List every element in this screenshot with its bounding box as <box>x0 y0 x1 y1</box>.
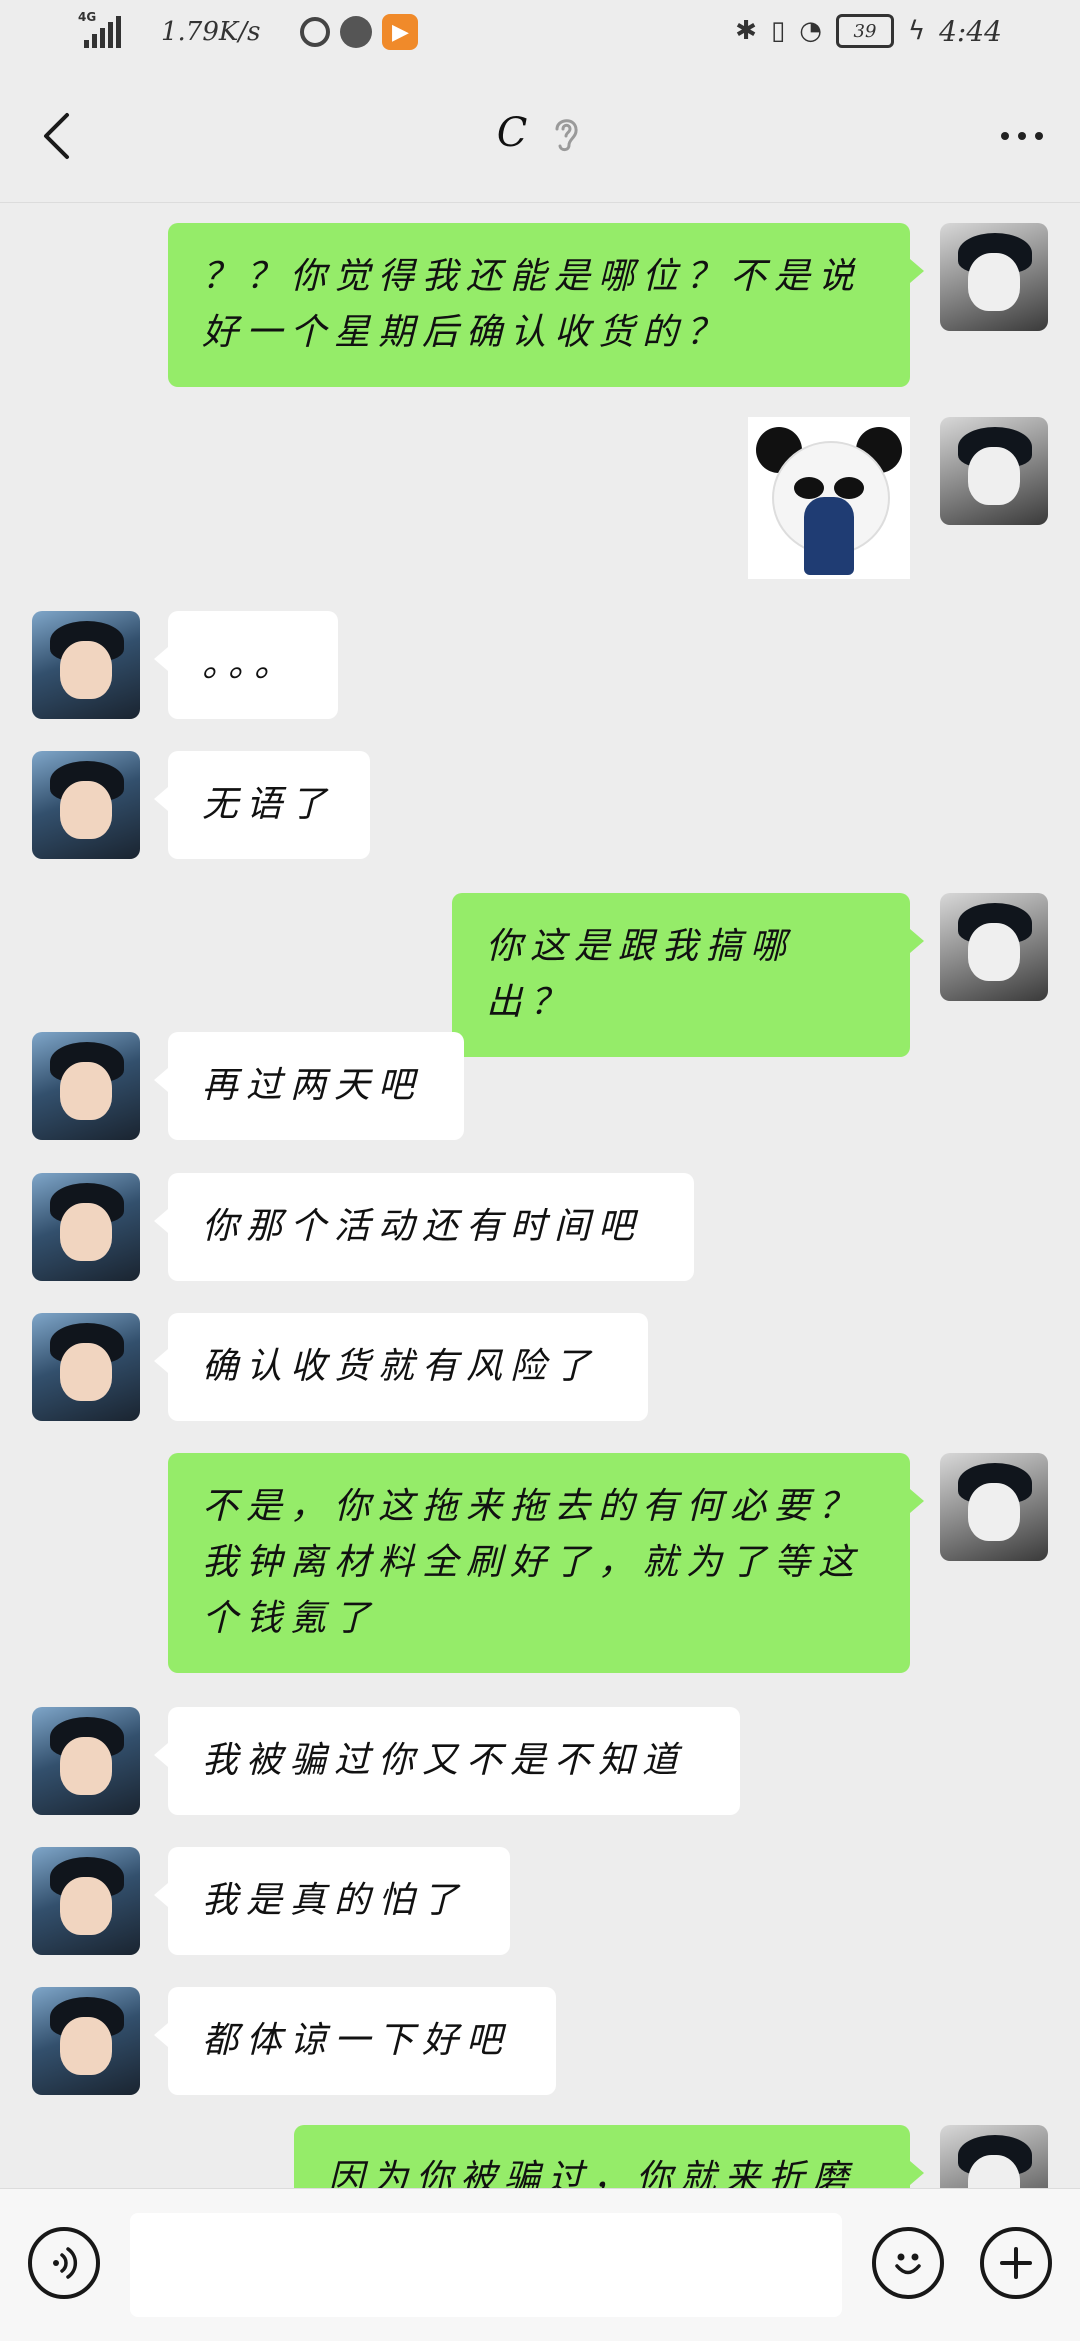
speedometer-icon: ◔ <box>799 16 822 46</box>
status-right: ✱ ▯ ◔ 39 ϟ 4:44 <box>735 14 1002 48</box>
message-bubble-incoming[interactable]: 你那个活动还有时间吧 <box>154 1173 694 1281</box>
more-button[interactable] <box>990 110 1054 162</box>
video-app-icon: ▶ <box>382 14 419 50</box>
more-icon <box>1001 132 1009 140</box>
my-avatar[interactable] <box>940 1453 1048 1561</box>
ball-icon <box>340 16 373 48</box>
circle-icon <box>300 17 331 47</box>
network-speed: 1.79K/s <box>161 17 261 47</box>
my-avatar[interactable] <box>940 2125 1048 2188</box>
ear-icon <box>555 119 578 152</box>
crying-panda-sticker[interactable] <box>748 417 910 579</box>
message-bubble-incoming[interactable]: 再过两天吧 <box>154 1032 464 1140</box>
plus-icon <box>1000 2247 1032 2279</box>
my-avatar[interactable] <box>940 223 1048 331</box>
message-bubble-incoming[interactable]: 我是真的怕了 <box>154 1847 510 1955</box>
notification-icons: ▶ <box>300 14 419 50</box>
contact-avatar[interactable] <box>32 1707 140 1815</box>
my-avatar[interactable] <box>940 893 1048 1001</box>
message-bubble-incoming[interactable]: 我被骗过你又不是不知道 <box>154 1707 740 1815</box>
chat-header: C <box>0 70 1080 203</box>
message-bubble-incoming[interactable]: 确认收货就有风险了 <box>154 1313 648 1421</box>
emoji-icon <box>895 2253 921 2275</box>
plus-button[interactable] <box>980 2227 1052 2299</box>
chat-title-area: C <box>0 110 1080 156</box>
contact-avatar[interactable] <box>32 1847 140 1955</box>
contact-avatar[interactable] <box>32 1032 140 1140</box>
message-list[interactable]: ？？你觉得我还能是哪位？不是说好一个星期后确认收货的？ 。。。 无语了 你这是跟… <box>0 203 1080 2188</box>
message-bubble-outgoing[interactable]: ？？你觉得我还能是哪位？不是说好一个星期后确认收货的？ <box>168 223 924 387</box>
battery-icon: 39 <box>835 14 894 48</box>
charging-icon: ϟ <box>907 16 926 46</box>
voice-button[interactable] <box>28 2227 100 2299</box>
contact-avatar[interactable] <box>32 1173 140 1281</box>
input-bar <box>0 2188 1080 2341</box>
clock: 4:44 <box>939 14 1002 48</box>
bluetooth-icon: ✱ <box>735 16 757 46</box>
contact-avatar[interactable] <box>32 611 140 719</box>
contact-avatar[interactable] <box>32 1313 140 1421</box>
contact-avatar[interactable] <box>32 1987 140 2095</box>
status-bar: 4G 1.79K/s ▶ ✱ ▯ ◔ 39 ϟ 4:44 <box>0 0 1080 70</box>
message-bubble-outgoing[interactable]: 你这是跟我搞哪出？ <box>452 893 924 1057</box>
message-input[interactable] <box>130 2213 842 2317</box>
message-bubble-incoming[interactable]: 无语了 <box>154 751 370 859</box>
network-type: 4G <box>78 10 97 24</box>
voice-icon <box>53 2247 78 2279</box>
message-bubble-outgoing[interactable]: 因为你被骗过，你就来折磨 <box>294 2125 924 2188</box>
chat-title: C <box>496 110 528 156</box>
message-bubble-incoming[interactable]: 都体谅一下好吧 <box>154 1987 556 2095</box>
vibrate-icon: ▯ <box>770 16 786 46</box>
message-bubble-incoming[interactable]: 。。。 <box>154 611 338 719</box>
status-left: 4G 1.79K/s ▶ <box>78 10 419 50</box>
message-bubble-outgoing[interactable]: 不是，你这拖来拖去的有何必要？我钟离材料全刷好了，就为了等这个钱氪了 <box>168 1453 924 1673</box>
emoji-button[interactable] <box>872 2227 944 2299</box>
my-avatar[interactable] <box>940 417 1048 525</box>
signal-icon: 4G <box>78 10 121 48</box>
contact-avatar[interactable] <box>32 751 140 859</box>
